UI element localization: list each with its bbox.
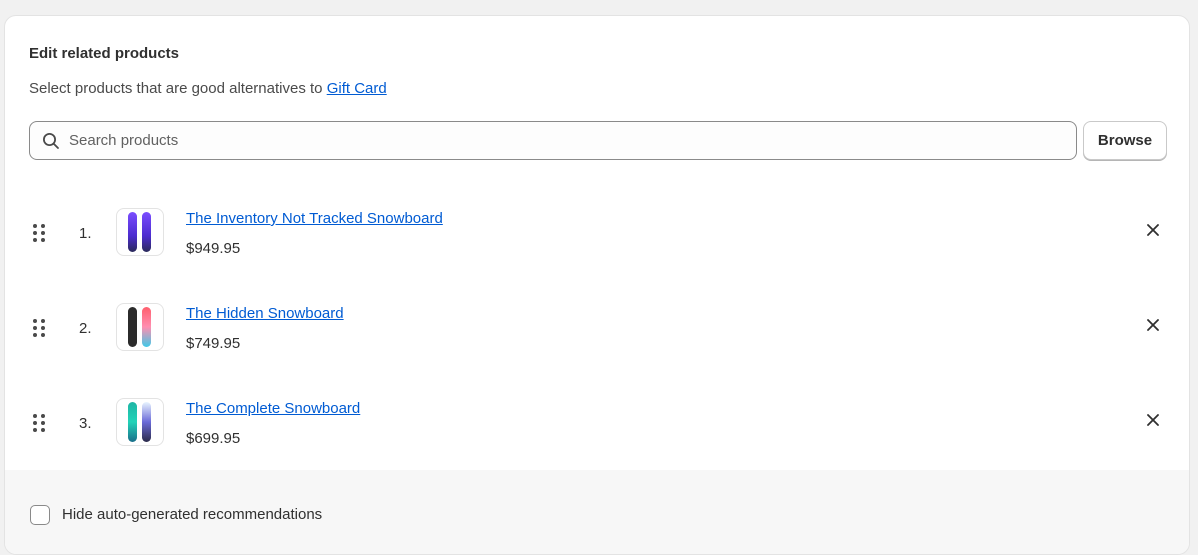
product-name-link[interactable]: The Hidden Snowboard bbox=[186, 305, 344, 322]
search-field[interactable] bbox=[29, 121, 1077, 160]
modal-subtitle: Select products that are good alternativ… bbox=[29, 80, 387, 97]
gift-card-link[interactable]: Gift Card bbox=[327, 80, 387, 97]
product-index: 1. bbox=[79, 225, 92, 242]
related-products-modal: Edit related products Select products th… bbox=[4, 15, 1190, 555]
product-price: $949.95 bbox=[186, 240, 241, 257]
close-icon[interactable] bbox=[1144, 221, 1162, 239]
modal-title: Edit related products bbox=[29, 45, 180, 62]
product-row: 1. The Inventory Not Tracked Snowboard $… bbox=[5, 184, 1189, 279]
product-name-link[interactable]: The Inventory Not Tracked Snowboard bbox=[186, 210, 443, 227]
search-input[interactable] bbox=[69, 122, 1076, 159]
close-icon[interactable] bbox=[1144, 316, 1162, 334]
product-row: 2. The Hidden Snowboard $749.95 bbox=[5, 279, 1189, 374]
product-name-link[interactable]: The Complete Snowboard bbox=[186, 400, 360, 417]
close-icon[interactable] bbox=[1144, 411, 1162, 429]
modal-footer: Hide auto-generated recommendations bbox=[5, 470, 1189, 554]
drag-handle-icon[interactable] bbox=[33, 319, 47, 337]
product-price: $699.95 bbox=[186, 430, 241, 447]
product-index: 2. bbox=[79, 320, 92, 337]
snowboard-teal-icon bbox=[116, 398, 164, 446]
product-row: 3. The Complete Snowboard $699.95 bbox=[5, 374, 1189, 469]
checkbox-label[interactable]: Hide auto-generated recommendations bbox=[62, 506, 322, 523]
product-price: $749.95 bbox=[186, 335, 241, 352]
drag-handle-icon[interactable] bbox=[33, 414, 47, 432]
browse-button[interactable]: Browse bbox=[1083, 121, 1167, 160]
snowboard-purple-icon bbox=[116, 208, 164, 256]
drag-handle-icon[interactable] bbox=[33, 224, 47, 242]
search-icon bbox=[41, 131, 61, 151]
snowboard-gradient-icon bbox=[116, 303, 164, 351]
subtitle-text: Select products that are good alternativ… bbox=[29, 80, 323, 97]
hide-recommendations-checkbox[interactable] bbox=[30, 505, 50, 525]
product-index: 3. bbox=[79, 415, 92, 432]
